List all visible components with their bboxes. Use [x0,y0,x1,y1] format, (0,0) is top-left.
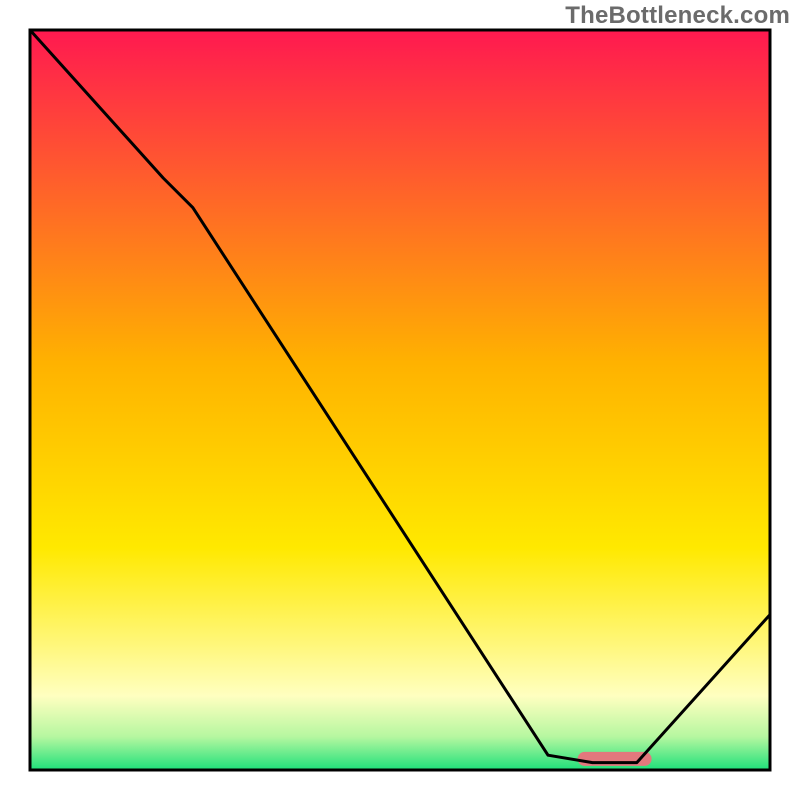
bottleneck-chart [0,0,800,800]
watermark-text: TheBottleneck.com [565,2,790,30]
plot-background [30,30,770,770]
chart-container: { "watermark": "TheBottleneck.com", "cha… [0,0,800,800]
